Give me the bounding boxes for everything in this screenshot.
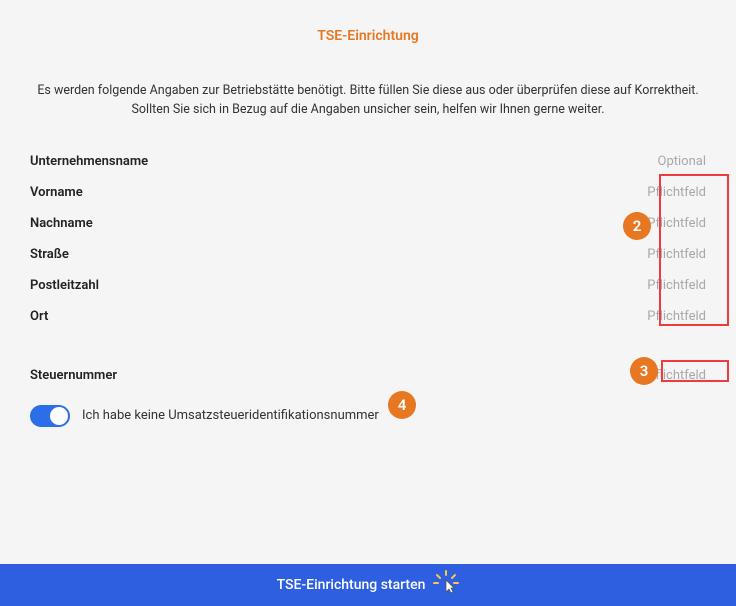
row-firstname[interactable]: Vorname Pflichtfeld: [30, 177, 706, 208]
placeholder-city: Pflichtfeld: [647, 309, 706, 324]
page-title: TSE-Einrichtung: [0, 28, 736, 44]
start-button[interactable]: TSE-Einrichtung starten: [0, 564, 736, 606]
vat-toggle[interactable]: [30, 405, 70, 427]
placeholder-lastname: Pflichtfeld: [647, 216, 706, 231]
label-lastname: Nachname: [30, 216, 93, 231]
toggle-row: Ich habe keine Umsatzsteueridentifikatio…: [30, 391, 706, 441]
placeholder-firstname: Pflichtfeld: [647, 185, 706, 200]
cursor-icon: [433, 570, 459, 600]
row-street[interactable]: Straße Pflichtfeld: [30, 239, 706, 270]
label-city: Ort: [30, 309, 48, 324]
row-taxnumber[interactable]: Steuernummer Pflichtfeld: [30, 360, 706, 391]
placeholder-street: Pflichtfeld: [647, 247, 706, 262]
placeholder-zip: Pflichtfeld: [647, 278, 706, 293]
row-lastname[interactable]: Nachname Pflichtfeld: [30, 208, 706, 239]
label-firstname: Vorname: [30, 185, 83, 200]
label-zip: Postleitzahl: [30, 278, 99, 293]
header: TSE-Einrichtung: [0, 0, 736, 62]
label-street: Straße: [30, 247, 69, 262]
label-company: Unternehmensname: [30, 154, 148, 169]
toggle-label: Ich habe keine Umsatzsteueridentifikatio…: [82, 408, 379, 423]
row-zip[interactable]: Postleitzahl Pflichtfeld: [30, 270, 706, 301]
content-area: Es werden folgende Angaben zur Betriebst…: [0, 62, 736, 441]
toggle-knob: [50, 407, 68, 425]
intro-text: Es werden folgende Angaben zur Betriebst…: [30, 82, 706, 120]
placeholder-company: Optional: [658, 154, 706, 169]
row-company[interactable]: Unternehmensname Optional: [30, 146, 706, 177]
placeholder-taxnumber: Pflichtfeld: [647, 368, 706, 383]
start-button-label: TSE-Einrichtung starten: [277, 577, 426, 593]
label-taxnumber: Steuernummer: [30, 368, 117, 383]
row-city[interactable]: Ort Pflichtfeld: [30, 301, 706, 332]
